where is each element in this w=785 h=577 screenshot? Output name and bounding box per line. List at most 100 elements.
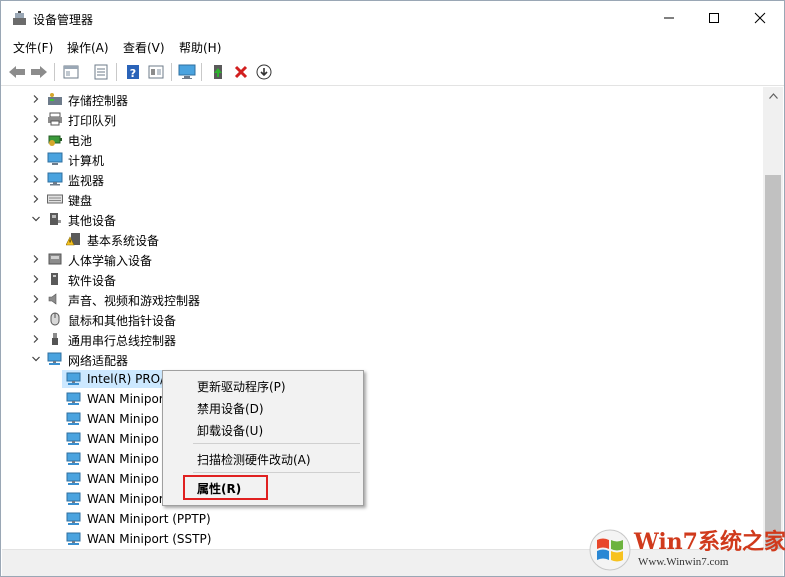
tree-device-row[interactable]: WAN Miniport	[2, 489, 762, 509]
forward-button[interactable]	[29, 62, 49, 82]
context-menu-item[interactable]: 扫描检测硬件改动(A)	[163, 447, 363, 469]
warning-device-icon	[66, 233, 80, 246]
scroll-up-button[interactable]	[763, 87, 783, 104]
software-device-icon	[51, 273, 58, 285]
toolbar-separator	[116, 63, 117, 81]
list-view-button[interactable]	[91, 62, 111, 82]
tree-category-row[interactable]: 软件设备	[2, 269, 762, 289]
tree-item-label: WAN Minipo	[87, 412, 159, 426]
chevron-right-icon[interactable]	[31, 154, 41, 164]
maximize-button[interactable]	[691, 1, 737, 35]
toolbar-separator	[54, 63, 55, 81]
resources-button[interactable]	[146, 62, 166, 82]
tree-category-row[interactable]: 通用串行总线控制器	[2, 329, 762, 349]
menu-file[interactable]: 文件(F)	[13, 39, 53, 56]
chevron-right-icon[interactable]	[31, 334, 41, 344]
tree-item-label: WAN Minipor	[87, 392, 164, 406]
computer-icon	[47, 152, 63, 165]
tree-category-row[interactable]: 监视器	[2, 169, 762, 189]
tree-item-label: 其他设备	[68, 214, 117, 228]
tree-item-label: 监视器	[68, 174, 105, 188]
context-menu-item[interactable]: 禁用设备(D)	[163, 396, 363, 418]
scan-hardware-button[interactable]	[177, 62, 197, 82]
tree-category-row[interactable]: 人体学输入设备	[2, 249, 762, 269]
show-hide-console-button[interactable]	[61, 62, 81, 82]
chevron-right-icon[interactable]	[31, 134, 41, 144]
tree-category-row[interactable]: 声音、视频和游戏控制器	[2, 289, 762, 309]
tree-category-row[interactable]: 电池	[2, 129, 762, 149]
tree-item-label: 打印队列	[68, 114, 117, 128]
tree-device-row[interactable]: WAN Minipo	[2, 449, 762, 469]
watermark: Win7系统之家 Www.Winwin7.com	[586, 522, 785, 574]
context-menu-item-label: 禁用设备(D)	[197, 402, 264, 416]
network-adapter-icon	[66, 412, 81, 425]
minimize-button[interactable]	[646, 1, 692, 35]
tree-device-row[interactable]: Intel(R) PRO/	[2, 369, 762, 389]
uninstall-button[interactable]	[231, 62, 251, 82]
tree-item-label: WAN Minipo	[87, 472, 159, 486]
chevron-right-icon[interactable]	[31, 314, 41, 324]
tree-category-row[interactable]: 打印队列	[2, 109, 762, 129]
tree-category-row[interactable]: 存储控制器	[2, 89, 762, 109]
window-title: 设备管理器	[33, 13, 94, 27]
tree-device-row[interactable]: WAN Minipo	[2, 469, 762, 489]
title-bar[interactable]: 设备管理器	[1, 1, 784, 35]
delete-x-icon	[234, 65, 248, 79]
chevron-right-icon[interactable]	[31, 294, 41, 304]
add-driver-icon	[214, 65, 222, 79]
tree-device-row[interactable]: WAN Minipo	[2, 409, 762, 429]
back-arrow-icon	[9, 66, 25, 78]
menu-view[interactable]: 查看(V)	[123, 39, 165, 56]
help-button[interactable]: ?	[123, 62, 143, 82]
vertical-scrollbar[interactable]	[763, 87, 783, 576]
tree-item-label: 键盘	[68, 194, 93, 208]
tree-category-row[interactable]: 网络适配器	[2, 349, 762, 369]
chevron-right-icon[interactable]	[31, 94, 41, 104]
minimize-icon	[664, 17, 674, 19]
keyboard-icon	[47, 194, 63, 204]
tree-device-row[interactable]: WAN Minipo	[2, 429, 762, 449]
context-menu-item[interactable]: 卸载设备(U)	[163, 418, 363, 440]
tree-item-label: WAN Minipo	[87, 432, 159, 446]
chevron-down-icon[interactable]	[31, 214, 41, 224]
chevron-right-icon[interactable]	[31, 254, 41, 264]
chevron-right-icon[interactable]	[31, 114, 41, 124]
menu-help[interactable]: 帮助(H)	[179, 39, 221, 56]
tree-category-row[interactable]: 鼠标和其他指针设备	[2, 309, 762, 329]
chevron-right-icon[interactable]	[31, 194, 41, 204]
other-devices-icon	[50, 213, 61, 225]
tree-item-label: WAN Miniport (SSTP)	[87, 532, 212, 546]
chevron-down-icon[interactable]	[31, 354, 41, 364]
context-menu-item[interactable]: 更新驱动程序(P)	[163, 374, 363, 396]
device-manager-window: 设备管理器 文件(F) 操作(A) 查看(V) 帮助(H) ? 存储控制器 打印…	[0, 0, 785, 577]
svg-text:?: ?	[130, 67, 136, 80]
network-adapter-icon	[66, 372, 81, 385]
tree-device-row[interactable]: WAN Minipor	[2, 389, 762, 409]
context-menu-separator	[193, 472, 360, 473]
enable-device-button[interactable]	[254, 62, 274, 82]
close-button[interactable]	[737, 1, 783, 35]
properties-highlight-box	[183, 475, 268, 500]
back-button[interactable]	[7, 62, 27, 82]
context-menu-item-label: 扫描检测硬件改动(A)	[197, 453, 311, 467]
context-menu-separator	[193, 443, 360, 444]
tree-item-label: 人体学输入设备	[68, 254, 153, 268]
properties-icon	[63, 65, 79, 79]
tree-category-row[interactable]: 计算机	[2, 149, 762, 169]
tree-category-row[interactable]: 其他设备	[2, 209, 762, 229]
network-adapter-icon	[66, 452, 81, 465]
device-tree[interactable]: 存储控制器打印队列 电池 计算机监视器键盘其他设备 基本系统设备人体学输入设备 软件设备…	[2, 87, 762, 549]
network-adapter-icon	[66, 392, 81, 405]
chevron-right-icon[interactable]	[31, 174, 41, 184]
mouse-icon	[50, 312, 60, 326]
tree-item-label: 软件设备	[68, 274, 117, 288]
tree-category-row[interactable]: 键盘	[2, 189, 762, 209]
update-driver-button[interactable]	[208, 62, 228, 82]
toolbar: ?	[1, 59, 784, 86]
menu-action[interactable]: 操作(A)	[67, 39, 109, 56]
printer-icon	[48, 112, 62, 126]
scroll-thumb[interactable]	[765, 175, 781, 576]
chevron-right-icon[interactable]	[31, 274, 41, 284]
tree-device-row[interactable]: 基本系统设备	[2, 229, 762, 249]
monitor-scan-icon	[178, 64, 196, 79]
